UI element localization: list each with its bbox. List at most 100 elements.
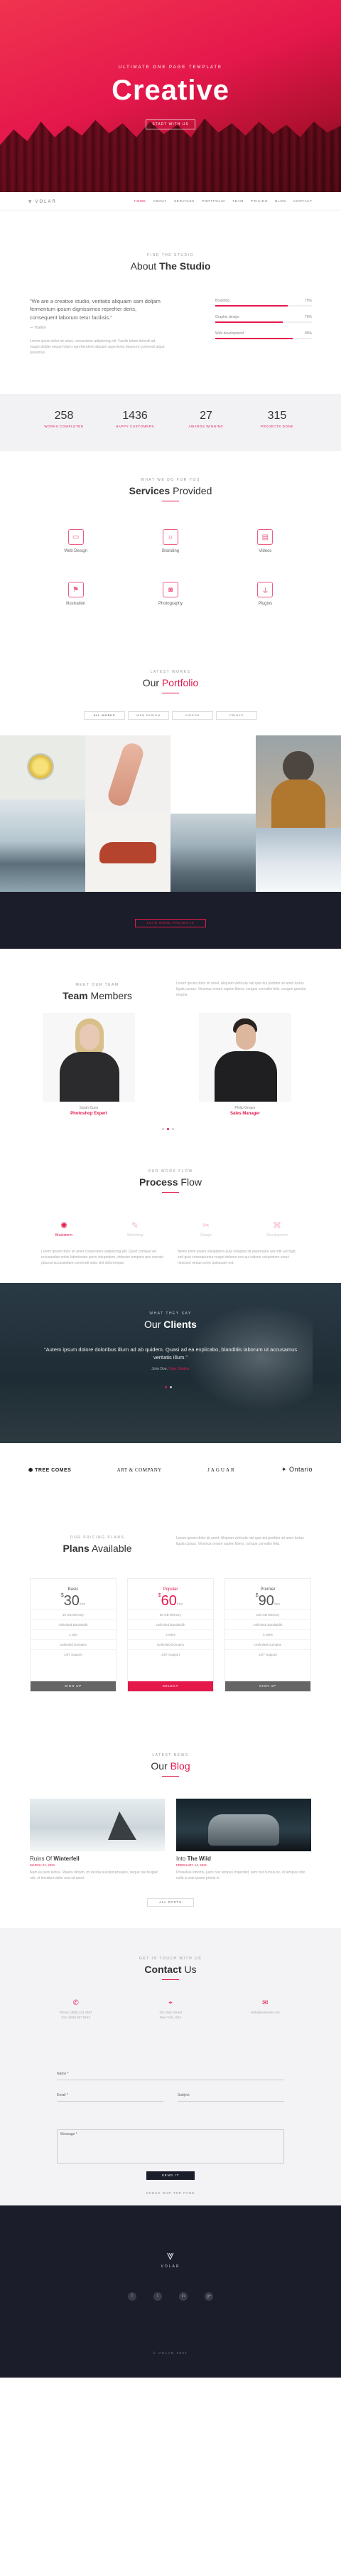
service-label: Plugins (258, 602, 273, 606)
process-section: OUR WORK FLOW Process Flow ✺ Brainstorm ✎… (0, 1148, 341, 1283)
portfolio-item-snow-mountain[interactable] (256, 828, 341, 892)
clients-dot-active[interactable] (165, 1386, 167, 1388)
service-label: Illustration (65, 602, 86, 606)
contact-title-light: Us (184, 1964, 197, 1975)
team-member-card[interactable]: Philip Gregor Sales Manager (199, 1013, 291, 1116)
plan-feature: Unlimited Domains (128, 1639, 213, 1649)
portfolio-item-lemon[interactable] (0, 735, 85, 799)
email-field[interactable]: Email * (57, 2092, 163, 2102)
blog-post-card[interactable]: Ruins Of Winterfell MARCH 21, 2021 Nam e… (30, 1799, 165, 1881)
filter-prints[interactable]: PRINTS (216, 711, 257, 720)
blog-post-card[interactable]: Into The Wild FEBRUARY 14, 2021 Phasellu… (176, 1799, 311, 1881)
service-videos[interactable]: ▤ Videos (218, 529, 313, 553)
stat-number: 258 (54, 410, 74, 422)
stat-number: 1436 (122, 410, 148, 422)
portfolio-section: LATEST WORKS Our Portfolio ALL WORKS WEB… (0, 643, 341, 949)
title-divider (162, 1192, 179, 1193)
service-label: Web Design (64, 549, 87, 553)
nav-item-blog[interactable]: BLOG (275, 199, 286, 203)
filter-all-works[interactable]: ALL WORKS (84, 711, 125, 720)
team-dot-active[interactable] (167, 1128, 169, 1130)
about-section: FIND THE STUDIO About The Studio "We are… (0, 211, 341, 394)
plan-price: $30/mo (31, 1593, 116, 1609)
nav-logo[interactable]: ⩔ VOLAR (28, 198, 57, 205)
team-member-card[interactable]: Sarah Dunn Photoshop Expert (43, 1013, 135, 1116)
service-web-design[interactable]: ▭ Web Design (28, 529, 123, 553)
service-photography[interactable]: ◙ Photography (123, 582, 217, 606)
load-more-button[interactable]: LOAD MORE PROJECTS (135, 919, 206, 927)
flag-icon: ⚑ (67, 582, 84, 597)
plan-feature: Unlimited Bandwidth (31, 1619, 116, 1629)
portfolio-item-hands[interactable] (85, 735, 170, 814)
twitter-icon[interactable]: t (153, 2292, 162, 2301)
portfolio-item-shoes[interactable] (85, 814, 170, 892)
contact-email-text[interactable]: hello@example.com (218, 2010, 313, 2015)
top-page-link[interactable]: CHECK OUR TOP PAGE (0, 2191, 341, 2195)
nav-item-team[interactable]: TEAM (232, 199, 244, 203)
skill-bar (215, 338, 312, 339)
post-title[interactable]: Ruins Of Winterfell (30, 1856, 165, 1862)
blog-title-red: Blog (170, 1760, 190, 1772)
client-logo-art-company[interactable]: ART & COMPANY (117, 1467, 162, 1473)
client-logo-jaguar[interactable]: JAGUAR (207, 1467, 236, 1473)
service-illustration[interactable]: ⚑ Illustration (28, 582, 123, 606)
nav-item-about[interactable]: ABOUT (153, 199, 167, 203)
plan-amount: 30 (63, 1593, 80, 1609)
step-label: Brainstorm (55, 1233, 73, 1238)
nav-item-home[interactable]: HOME (134, 199, 146, 203)
clients-dot[interactable] (170, 1386, 172, 1388)
all-posts-button[interactable]: ALL POSTS (147, 1898, 194, 1907)
facebook-icon[interactable]: f (128, 2292, 136, 2301)
nav-item-pricing[interactable]: PRICING (251, 199, 268, 203)
jacket-image (271, 779, 325, 828)
client-logo-ontario[interactable]: ✦ Ontario (281, 1466, 313, 1474)
client-logo-tree-comes[interactable]: ⬢ TREE COMES (28, 1467, 71, 1473)
process-text-right: Nemo enim ipsam voluptatem quia voluptas… (178, 1250, 297, 1265)
member-name: Sarah Dunn (79, 1106, 99, 1110)
linkedin-icon[interactable]: in (179, 2292, 188, 2301)
name-field[interactable]: Name * (57, 2070, 284, 2080)
contact-address-text: 101 Main Street New York, USA (159, 2011, 182, 2020)
plan-select-button[interactable]: SELECT (128, 1681, 213, 1691)
contact-phone: ✆ Phone: (555) 123 4567 Fax: (555) 987 65… (28, 1999, 123, 2020)
plan-signup-button[interactable]: SIGN UP (225, 1681, 310, 1691)
stat-customers: 1436 HAPPY CUSTOMERS (99, 410, 170, 428)
portfolio-item-shore[interactable] (170, 814, 256, 892)
nav-item-portfolio[interactable]: PORTFOLIO (202, 199, 225, 203)
plan-feature: Unlimited Bandwidth (128, 1619, 213, 1629)
process-step-development[interactable]: ⌘ Development (242, 1220, 313, 1238)
google-plus-icon[interactable]: g+ (205, 2292, 213, 2301)
plan-feature: Unlimited Bandwidth (225, 1619, 310, 1629)
send-button[interactable]: SEND IT (146, 2171, 195, 2180)
blog-section: LATEST NEWS Our Blog Ruins Of Winterfell… (0, 1720, 341, 1928)
nav-item-services[interactable]: SERVICES (174, 199, 195, 203)
process-step-brainstorm[interactable]: ✺ Brainstorm (28, 1220, 99, 1238)
team-dot[interactable] (172, 1128, 174, 1130)
phone-icon: ✆ (72, 1999, 79, 2007)
service-branding[interactable]: ☼ Branding (123, 529, 217, 553)
post-title[interactable]: Into The Wild (176, 1856, 311, 1862)
filter-web-design[interactable]: WEB DESIGN (128, 711, 169, 720)
filter-videos[interactable]: VIDEOS (172, 711, 213, 720)
hero-start-button[interactable]: START WITH US (146, 119, 195, 129)
face-shape (80, 1024, 99, 1050)
hero-title: Creative (112, 75, 229, 106)
process-step-design[interactable]: ✂ Design (170, 1220, 242, 1238)
portfolio-item-coast[interactable] (0, 799, 85, 892)
team-dot[interactable] (162, 1128, 164, 1130)
plans-heading: OUR PRICING PLANS Plans Available (30, 1536, 165, 1554)
code-icon: ⌘ (273, 1220, 281, 1230)
footer-logo[interactable]: ⩔ VOLAR (0, 2248, 341, 2269)
mail-icon: ✉ (262, 1999, 269, 2007)
process-step-sketching[interactable]: ✎ Sketching (99, 1220, 170, 1238)
plan-signup-button[interactable]: SIGN UP (31, 1681, 116, 1691)
about-description: Lorem ipsum dolor sit amet, consectetur … (30, 339, 165, 355)
nav-item-contact[interactable]: CONTACT (293, 199, 313, 203)
portfolio-item-dark-top[interactable] (170, 735, 256, 814)
portfolio-item-beanie[interactable] (256, 735, 341, 828)
subject-field[interactable]: Subject (178, 2092, 284, 2102)
service-plugins[interactable]: ⏚ Plugins (218, 582, 313, 606)
name-label: Name * (57, 2072, 69, 2076)
message-field[interactable]: Message * (57, 2129, 284, 2163)
plan-amount: 90 (258, 1593, 274, 1609)
